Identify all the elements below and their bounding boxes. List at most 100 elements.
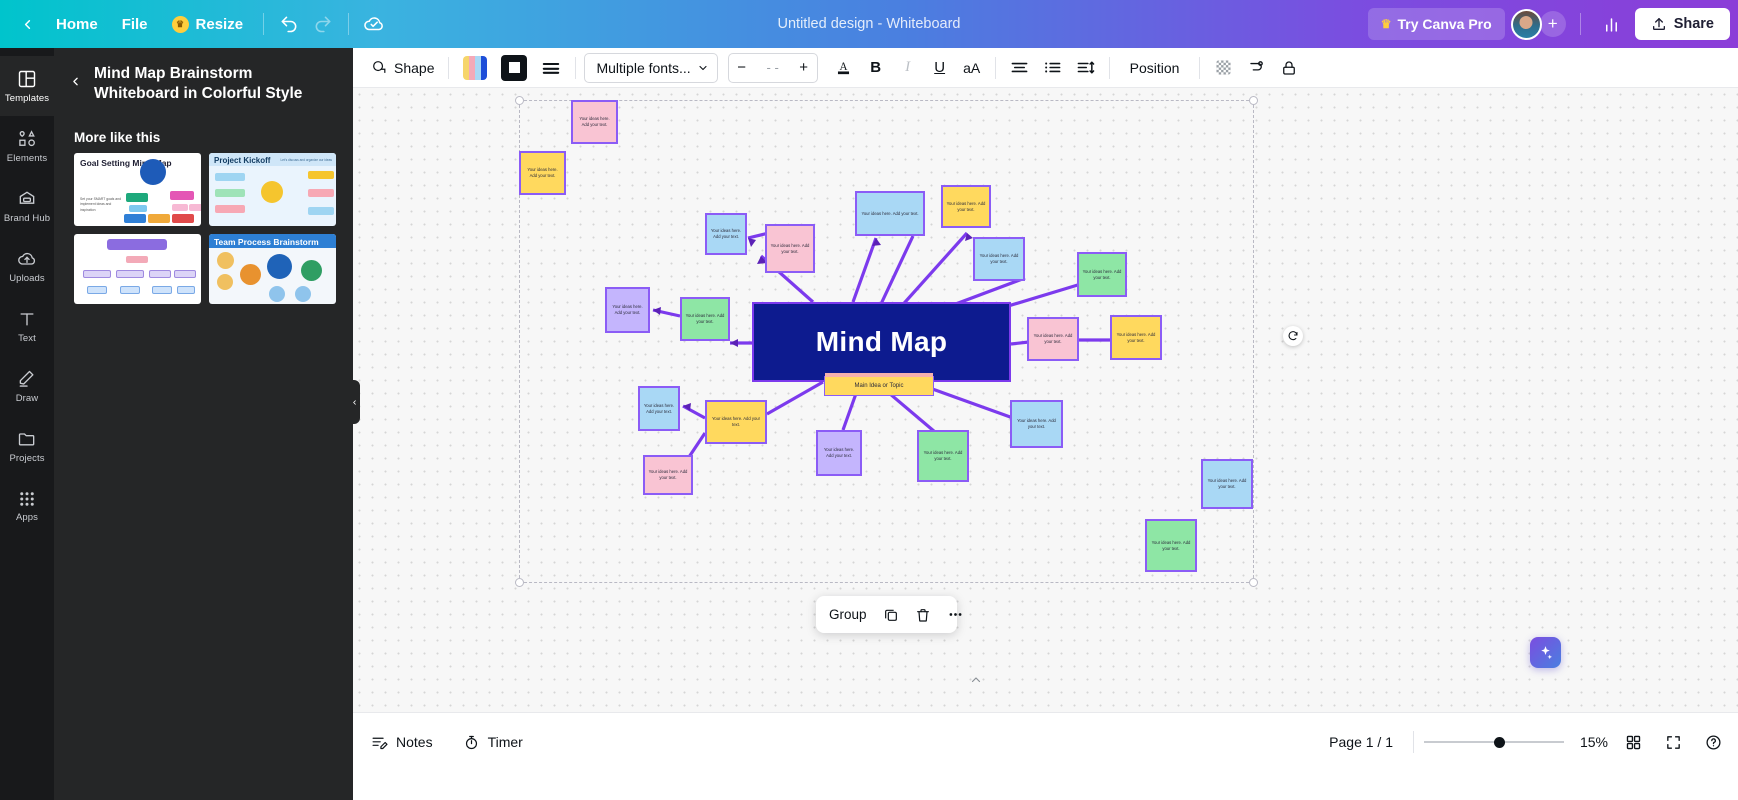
zoom-slider-knob[interactable] (1494, 736, 1505, 748)
sticky-note[interactable]: Your ideas here. Add your text. (1110, 315, 1162, 360)
italic-button[interactable]: I (893, 53, 923, 83)
shape-fill-button[interactable] (495, 53, 533, 83)
template-thumb-project-kickoff[interactable]: Project Kickoff Let's discuss and organi… (209, 153, 336, 227)
multi-color-swatch (463, 55, 488, 80)
bottom-bar-right-group: Page 1 / 1 15% (1319, 727, 1728, 757)
sticky-note-text: Your ideas here. Add your text. (946, 200, 986, 212)
timer-button[interactable]: Timer (451, 727, 535, 757)
sticky-note[interactable]: Your ideas here. Add your text. (705, 213, 747, 255)
sidebar-item-draw[interactable]: Draw (0, 356, 54, 416)
sticky-note[interactable]: Your ideas here. Add your text. (1027, 317, 1079, 361)
sidebar-item-text[interactable]: Text (0, 296, 54, 356)
selection-handle-top-left[interactable] (515, 96, 524, 105)
font-size-value[interactable]: - - (755, 60, 791, 75)
sidebar-item-apps[interactable]: Apps (0, 476, 54, 536)
group-button[interactable]: Group (822, 600, 874, 629)
sidebar-item-brand-hub[interactable]: Brand Hub (0, 176, 54, 236)
whiteboard-canvas[interactable]: Your ideas here. Add your text. Your ide… (353, 88, 1738, 712)
template-thumb-team-process-brainstorm[interactable]: Team Process Brainstorm (209, 234, 336, 305)
sticky-note[interactable]: Your ideas here. Add your text. (519, 151, 566, 195)
thumb-node (126, 256, 148, 264)
analytics-icon[interactable] (1595, 7, 1629, 41)
sidebar-item-label: Apps (15, 511, 39, 523)
sticky-note[interactable]: Your ideas here. Add your text. (816, 430, 862, 476)
bold-button[interactable]: B (861, 53, 891, 83)
magic-ai-button[interactable] (1530, 637, 1561, 668)
sticky-note[interactable]: Your ideas here. Add your text. (680, 297, 730, 341)
duplicate-button[interactable] (876, 600, 906, 629)
sticky-note[interactable]: Your ideas here. Add your text. (1145, 519, 1197, 572)
rotate-handle[interactable] (1283, 326, 1303, 346)
sticky-note[interactable]: Your ideas here. Add your text. (1077, 252, 1127, 297)
sticky-note[interactable]: Your ideas here. Add your text. (638, 386, 680, 431)
more-like-this-heading: More like this (74, 130, 161, 146)
selection-handle-top-right[interactable] (1249, 96, 1258, 105)
delete-button[interactable] (908, 600, 938, 629)
help-button[interactable] (1698, 727, 1728, 757)
selection-handle-bottom-right[interactable] (1249, 578, 1258, 587)
font-size-increase-button[interactable]: + (791, 54, 817, 82)
panel-collapse-handle[interactable] (348, 380, 360, 424)
grid-view-button[interactable] (1618, 727, 1648, 757)
transparency-button[interactable] (1208, 53, 1239, 83)
lock-button[interactable] (1274, 53, 1304, 83)
font-size-decrease-button[interactable]: − (729, 54, 755, 82)
sticky-note[interactable]: Your ideas here. Add your text. (973, 237, 1025, 281)
sticky-note[interactable]: Your ideas here. Add your text. (917, 430, 969, 482)
sidebar-item-projects[interactable]: Projects (0, 416, 54, 476)
font-size-stepper[interactable]: − - - + (727, 52, 818, 83)
back-button[interactable] (10, 7, 44, 41)
home-button[interactable]: Home (44, 9, 110, 40)
add-collaborator-button[interactable]: + (1539, 11, 1566, 37)
sticky-note[interactable]: Your ideas here. Add your text. (643, 455, 693, 495)
try-canva-pro-button[interactable]: ♛ Try Canva Pro (1367, 8, 1505, 40)
template-thumb-goal-setting-mind-map[interactable]: Goal Setting Mind Map Set your SMART goa… (74, 153, 201, 227)
main-idea-text-field[interactable]: Main Idea or Topic (824, 373, 934, 396)
zoom-slider[interactable] (1424, 731, 1564, 753)
panel-back-button[interactable] (62, 68, 88, 94)
sticky-note[interactable]: Your ideas here. Add your text. (705, 400, 767, 444)
sidebar-item-elements[interactable]: Elements (0, 116, 54, 176)
underline-button[interactable]: U (925, 53, 955, 83)
position-button[interactable]: Position (1118, 53, 1192, 83)
more-options-button[interactable] (940, 600, 971, 629)
sidebar-item-uploads[interactable]: Uploads (0, 236, 54, 296)
sticky-note[interactable]: Your ideas here. Add your text. (1010, 400, 1063, 448)
plus-icon: + (1547, 14, 1558, 33)
font-family-select[interactable]: Multiple fonts... (584, 52, 718, 83)
sticky-note[interactable]: Your ideas here. Add your text. (1201, 459, 1253, 509)
thumb-node (267, 254, 292, 280)
document-title[interactable]: Untitled design - Whiteboard (778, 16, 961, 32)
selection-handle-bottom-left[interactable] (515, 578, 524, 587)
sticky-note[interactable]: Your ideas here. Add your text. (571, 100, 618, 144)
canvas-scroll-up-button[interactable] (963, 673, 989, 687)
resize-button[interactable]: ♛ Resize (160, 9, 256, 40)
more-horizontal-icon (947, 606, 964, 623)
cloud-saved-icon[interactable] (357, 7, 391, 41)
template-thumb-purple-org-chart[interactable] (74, 234, 201, 305)
sticky-note[interactable]: Your ideas here. Add your text. (855, 191, 925, 236)
fullscreen-button[interactable] (1658, 727, 1688, 757)
undo-button[interactable] (272, 7, 306, 41)
avatar[interactable] (1510, 8, 1542, 40)
shape-button[interactable]: Shape (365, 53, 440, 83)
share-button[interactable]: Share (1634, 8, 1730, 40)
text-color-button[interactable]: A (828, 53, 859, 83)
sticky-note[interactable]: Your ideas here. Add your text. (941, 185, 991, 228)
sticky-note[interactable]: Your ideas here. Add your text. (765, 224, 815, 273)
color-picker-button[interactable] (457, 53, 493, 83)
file-menu-button[interactable]: File (110, 9, 160, 40)
copy-style-button[interactable] (1241, 53, 1272, 83)
text-align-button[interactable] (1004, 53, 1035, 83)
text-case-button[interactable]: aA (957, 53, 987, 83)
bullet-list-button[interactable] (1037, 53, 1068, 83)
border-style-button[interactable] (535, 53, 567, 83)
sticky-note[interactable]: Your ideas here. Add your text. (605, 287, 650, 333)
line-spacing-button[interactable] (1070, 53, 1101, 83)
sticky-note-text: Your ideas here. Add your text. (527, 167, 558, 178)
notes-button[interactable]: Notes (359, 727, 445, 757)
center-node[interactable]: Mind Map (752, 302, 1011, 382)
sidebar-item-templates[interactable]: Templates (0, 56, 54, 116)
panel-header: Mind Map Brainstorm Whiteboard in Colorf… (54, 48, 353, 110)
redo-button[interactable] (306, 7, 340, 41)
